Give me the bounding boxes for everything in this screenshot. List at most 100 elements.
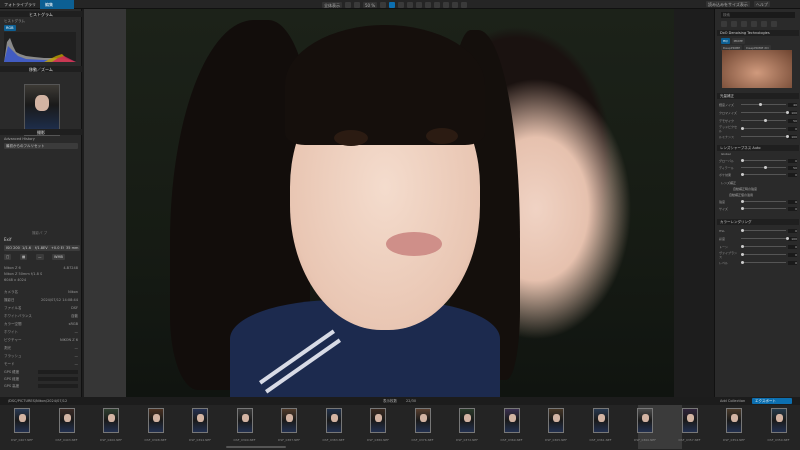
slider-knob[interactable] [741, 261, 744, 264]
help-button[interactable]: ヘルプ [753, 1, 770, 7]
histogram-channel-chip[interactable]: RGB [4, 25, 16, 31]
tab-photo-library[interactable]: フォトライブラリ [0, 0, 40, 9]
navigator-section-header[interactable]: 移動／ズーム [0, 66, 82, 72]
local-adjust-icon[interactable] [425, 1, 432, 8]
color-slider[interactable]: トーン 0 [719, 244, 797, 249]
lens-slider[interactable]: ボケ効果 0 [719, 172, 797, 177]
slider-value[interactable]: 100 [788, 134, 797, 139]
slider-knob[interactable] [741, 245, 744, 248]
slider-knob[interactable] [741, 229, 744, 232]
color-slider[interactable]: HSL 0 [719, 228, 797, 233]
slider-track[interactable] [741, 119, 786, 122]
full-reset-button[interactable]: 最初からのフルリセット [4, 143, 78, 149]
slider-knob[interactable] [763, 166, 767, 169]
slider-knob[interactable] [741, 173, 744, 176]
export-button[interactable]: エクスポート [752, 398, 792, 404]
histogram-section-header[interactable]: ヒストグラム [0, 11, 82, 17]
tone-slider[interactable]: デモザイク 50 [719, 118, 797, 123]
slider-value[interactable]: 0 [788, 260, 797, 265]
slider-track[interactable] [741, 103, 786, 106]
filmstrip-thumb[interactable] [236, 408, 253, 433]
slider-knob[interactable] [741, 253, 744, 256]
history-link[interactable]: 撮影パ ブ [32, 231, 47, 236]
lens-slider[interactable]: グローバル 0 [719, 158, 797, 163]
palette-detail-icon[interactable] [741, 21, 747, 27]
extra-slider[interactable]: 強度 0 [719, 199, 797, 204]
lens-slider[interactable]: ディテール 50 [719, 165, 797, 170]
tone-slider[interactable]: デッドピクセル 0 [719, 125, 797, 133]
filmstrip-thumb[interactable] [637, 408, 653, 433]
filmstrip-thumb[interactable] [548, 408, 564, 433]
color-slider[interactable]: ヴァイブランス 0 [719, 251, 797, 259]
palette-light-icon[interactable] [721, 21, 727, 27]
crop-icon[interactable] [389, 1, 396, 8]
slider-value[interactable]: 0 [788, 244, 797, 249]
slider-knob[interactable] [786, 135, 789, 138]
info-icon[interactable] [461, 1, 468, 8]
filmstrip-thumb[interactable] [681, 408, 698, 433]
slider-value[interactable]: 0 [788, 199, 797, 204]
slider-track[interactable] [741, 237, 789, 240]
gps-value-field[interactable] [38, 384, 78, 388]
slider-value[interactable]: 100 [788, 110, 797, 115]
slider-value[interactable]: 0 [788, 206, 797, 211]
palette-color-icon[interactable] [731, 21, 737, 27]
tone-slider[interactable]: ルミナンス 100 [719, 134, 797, 139]
filmstrip-thumb[interactable] [414, 408, 431, 433]
denoise-mode-prime[interactable]: PRIME [731, 38, 745, 44]
slider-value[interactable]: 0 [788, 228, 797, 233]
color-slider[interactable]: 彩度 100 [719, 236, 797, 241]
add-collection-button[interactable]: Add Collection [720, 399, 745, 403]
slider-knob[interactable] [741, 159, 744, 162]
filmstrip-thumb[interactable] [592, 408, 609, 433]
filmstrip-thumb[interactable] [147, 408, 164, 433]
color-section-header[interactable]: カラーレンダリング [717, 219, 799, 225]
slider-value[interactable]: 0 [788, 126, 797, 131]
gps-value-field[interactable] [38, 377, 78, 381]
detail-preview[interactable] [722, 50, 792, 88]
folder-path[interactable]: /DSC/PICTURES/Nikon/2024/07/12 [8, 399, 67, 403]
filmstrip-thumb[interactable] [192, 408, 208, 433]
slider-value[interactable]: 100 [788, 236, 797, 241]
search-input[interactable]: 検索 [721, 12, 795, 18]
slider-track[interactable] [741, 166, 786, 169]
slider-track[interactable] [741, 111, 789, 114]
slider-knob[interactable] [759, 103, 762, 106]
palette-local-icon[interactable] [761, 21, 767, 27]
compare-icon[interactable] [345, 1, 351, 8]
denoise-section-header[interactable]: DxO Denoising Technologies [717, 30, 799, 36]
slider-value[interactable]: 0 [788, 172, 797, 177]
lens-correction-checkbox[interactable]: レンズ補正 [721, 181, 736, 185]
slider-value[interactable]: 40 [788, 102, 797, 107]
filmstrip-thumb[interactable] [103, 408, 119, 433]
slider-track[interactable] [741, 159, 786, 162]
advanced-history-title[interactable]: Advanced History [4, 137, 35, 141]
slider-knob[interactable] [741, 200, 744, 203]
slider-knob[interactable] [786, 237, 789, 240]
slider-value[interactable]: 50 [788, 165, 797, 170]
lens-section-header[interactable]: レンズシャープネス Auto [717, 145, 799, 151]
zoom-fit-button[interactable]: 全体表示 [322, 1, 342, 8]
import-size-button[interactable]: 読み込みをサイズ表示 [706, 1, 750, 7]
rotate-left-icon[interactable] [380, 1, 387, 8]
filmstrip-thumb[interactable] [726, 408, 742, 433]
extra-slider[interactable]: サイズ 0 [719, 206, 797, 211]
zoom-dropdown[interactable]: 50 % [363, 1, 378, 8]
filmstrip-thumb[interactable] [770, 408, 787, 433]
slider-knob[interactable] [741, 207, 744, 210]
slider-value[interactable]: 0 [788, 252, 797, 257]
tab-edit[interactable]: 編集 [40, 0, 74, 9]
repair-icon[interactable] [416, 1, 423, 8]
slider-value[interactable]: 0 [788, 158, 797, 163]
slider-track[interactable] [741, 207, 786, 210]
tone-section-header[interactable]: 光量補正 [717, 93, 799, 99]
filmstrip-thumb[interactable] [459, 408, 475, 433]
gps-value-field[interactable] [38, 370, 78, 374]
slider-track[interactable] [741, 135, 789, 138]
slider-knob[interactable] [786, 111, 789, 114]
slider-track[interactable] [741, 229, 786, 232]
slider-track[interactable] [741, 200, 786, 203]
slider-track[interactable] [741, 245, 786, 248]
filmstrip-thumb[interactable] [14, 408, 30, 433]
filmstrip-thumb[interactable] [325, 408, 342, 433]
